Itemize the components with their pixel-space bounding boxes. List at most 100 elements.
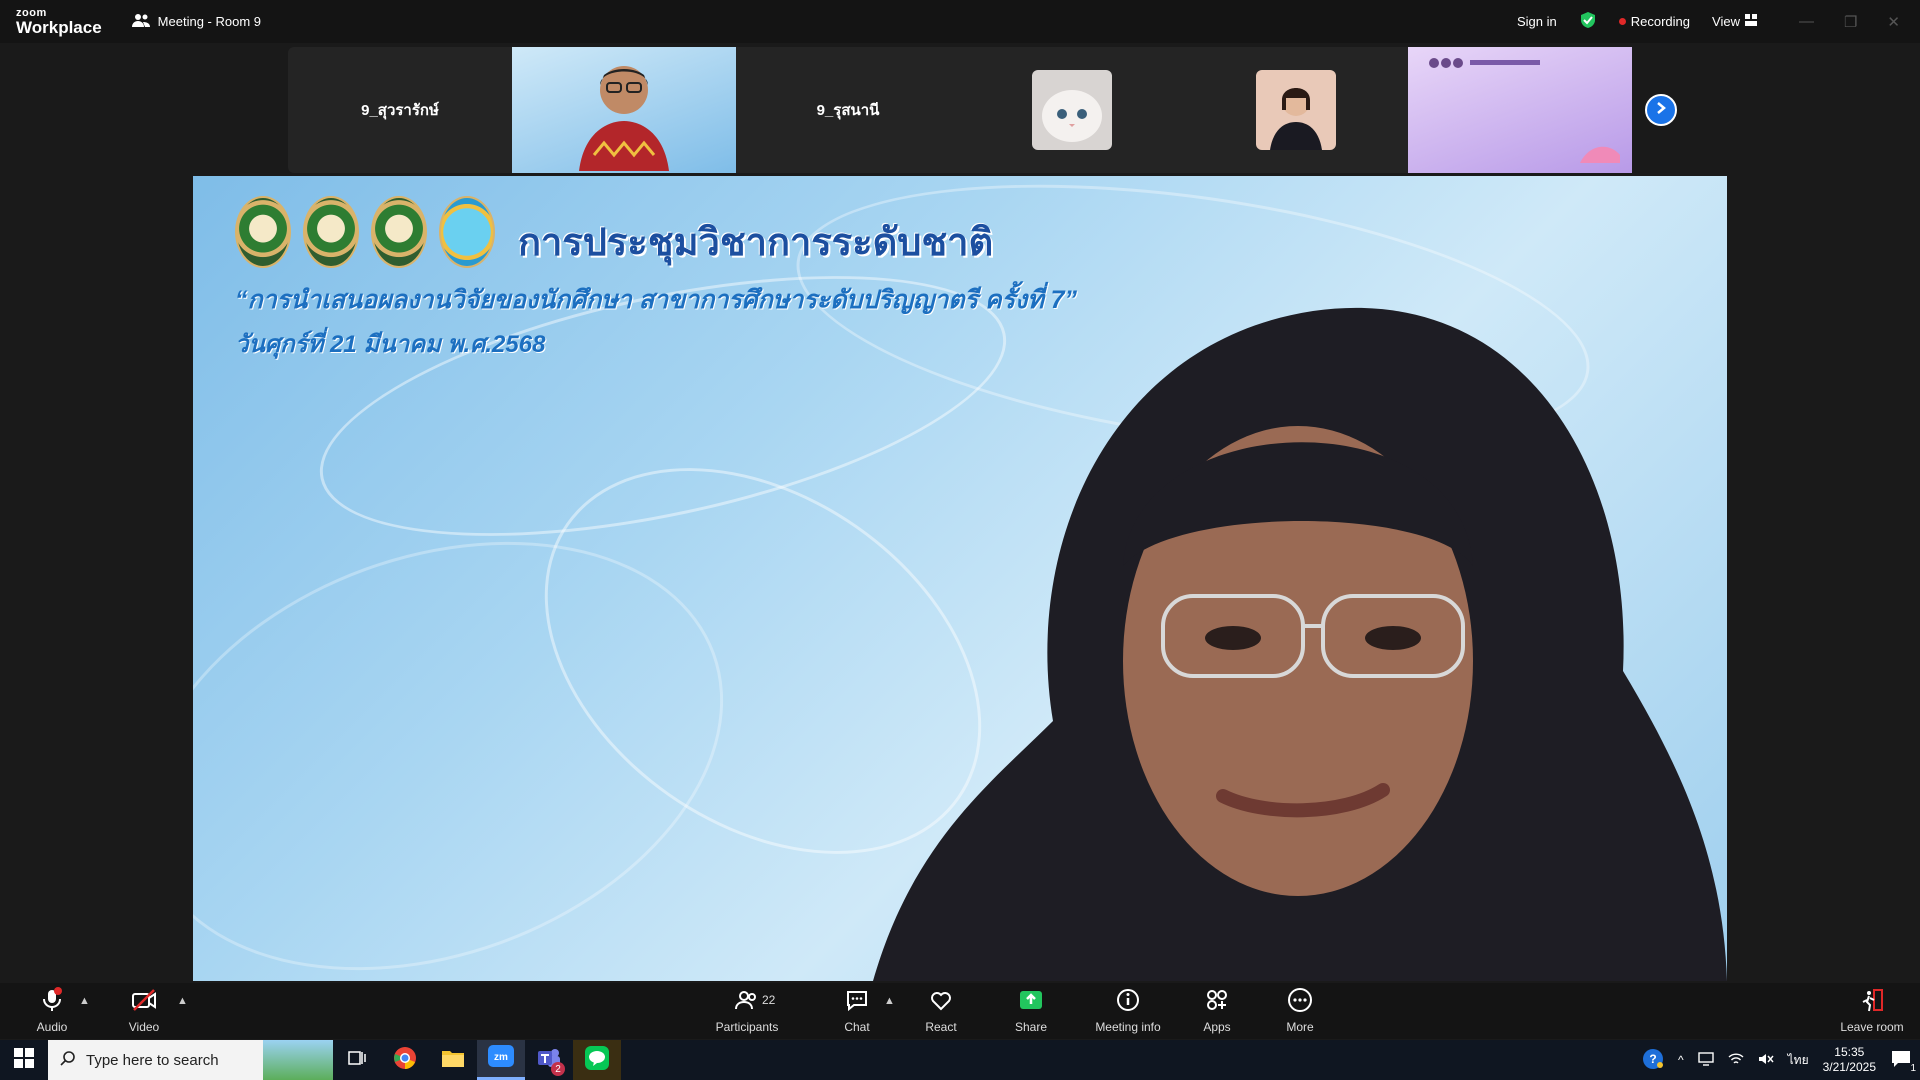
security-shield-icon[interactable] [1579,11,1597,32]
leave-door-icon [1859,987,1885,1016]
zoom-app-icon: zm [488,1045,514,1072]
meeting-info-label: Meeting info [1095,1020,1161,1034]
video-off-icon [131,987,157,1016]
meeting-title[interactable]: Meeting - Room 9 [131,12,261,31]
participants-label: Participants [715,1020,779,1034]
maximize-icon[interactable]: ❐ [1844,13,1857,31]
grid-icon [1744,14,1757,29]
gallery-next-button[interactable] [1645,94,1677,126]
wifi-icon[interactable] [1728,1052,1744,1069]
search-placeholder: Type here to search [86,1051,219,1069]
taskbar-zoom[interactable]: zm [477,1040,525,1080]
gallery-tile[interactable] [512,47,736,173]
brand-bottom: Workplace [16,17,102,37]
taskbar-line[interactable] [573,1040,621,1080]
notifications-button[interactable]: 1 [1890,1049,1916,1074]
meeting-info-button[interactable]: Meeting info [1088,987,1168,1034]
brand-top: zoom [16,6,47,19]
participants-count: 22 [762,993,776,1007]
minimize-icon[interactable]: — [1799,13,1814,31]
person-avatar-icon [1256,70,1336,150]
clock-date: 3/21/2025 [1822,1060,1876,1074]
leave-room-button[interactable]: Leave room [1832,987,1912,1034]
svg-text:?: ? [1649,1052,1656,1066]
chat-bubble-icon [844,987,870,1016]
apps-button[interactable]: Apps [1177,987,1257,1034]
taskbar-search-box[interactable]: Type here to search [48,1040,333,1080]
taskbar-teams[interactable]: 2 [525,1040,573,1080]
banner-date: วันศุกร์ที่ 21 มีนาคม พ.ศ.2568 [235,331,546,358]
meeting-title-text: Meeting - Room 9 [157,14,261,29]
more-label: More [1286,1020,1314,1034]
microphone-icon [39,987,65,1016]
close-icon[interactable]: ✕ [1887,13,1900,31]
video-label: Video [128,1020,160,1034]
search-icon [60,1050,76,1070]
taskbar-clock[interactable]: 15:35 3/21/2025 [1823,1045,1876,1075]
gallery-tile[interactable]: 9_สุวรารักษ์ [288,47,512,173]
participants-icon [131,12,150,31]
search-highlight-image [263,1040,333,1080]
recording-label: Recording [1630,14,1691,29]
sign-in-button[interactable]: Sign in [1517,14,1557,29]
heart-icon [928,987,954,1016]
clock-time: 15:35 [1834,1045,1865,1059]
share-arrow-icon [1018,987,1044,1016]
university-logo-icon [235,196,291,268]
windows-logo-icon [14,1047,34,1073]
share-label: Share [1014,1020,1048,1034]
display-icon[interactable] [1697,1051,1714,1069]
video-button[interactable]: Video [104,987,184,1034]
recording-indicator[interactable]: Recording [1618,14,1691,29]
slide-video-icon [1420,53,1620,168]
folder-icon [441,1048,465,1073]
gallery-tile[interactable] [1184,47,1408,173]
taskbar-file-explorer[interactable] [429,1040,477,1080]
university-logo-icon [371,196,427,268]
share-button[interactable]: Share [991,987,1071,1034]
main-speaker-video[interactable]: การประชุมวิชาการระดับชาติ “การนำเสนอผลงา… [193,176,1727,981]
react-label: React [925,1020,957,1034]
meeting-control-bar: Audio ▲ Video ▲ Participants 22 Chat ▲ R… [0,983,1920,1039]
more-dots-icon [1287,987,1313,1016]
gallery-strip: 9_สุวรารักษ์ 9_รุสนานี [288,47,1632,173]
apps-grid-icon [1204,987,1230,1016]
person-video-icon [559,45,689,176]
notification-icon [1890,1050,1912,1072]
gallery-tile[interactable] [1408,47,1632,173]
audio-options-caret-icon[interactable]: ▲ [79,995,90,1007]
info-icon [1115,987,1141,1016]
university-logo-icon [303,196,359,268]
task-view-icon [348,1050,366,1071]
taskbar-chrome[interactable] [381,1040,429,1080]
zoom-logo: zoom Workplace [16,6,102,37]
volume-muted-icon[interactable] [1758,1052,1774,1069]
gallery-tile[interactable]: 9_รุสนานี [736,47,960,173]
chevron-right-icon [1654,101,1668,120]
institution-logos [235,196,495,268]
view-button[interactable]: View [1712,14,1757,29]
more-button[interactable]: More [1260,987,1340,1034]
chrome-icon [393,1046,417,1075]
windows-start-button[interactable] [0,1040,48,1080]
system-tray: ? ^ ไทย 15:35 3/21/2025 1 [1642,1045,1920,1075]
react-button[interactable]: React [901,987,981,1034]
recording-dot-icon [1618,18,1626,25]
help-icon[interactable]: ? [1642,1048,1664,1073]
participant-name: 9_รุสนานี [816,102,880,119]
task-view-button[interactable] [333,1040,381,1080]
chat-label: Chat [844,1020,870,1034]
gallery-tile[interactable] [960,47,1184,173]
show-hidden-icons-chevron-icon[interactable]: ^ [1678,1053,1684,1067]
svg-text:zm: zm [494,1052,508,1063]
participant-name: 9_สุวรารักษ์ [361,102,439,119]
line-app-icon [585,1045,609,1075]
banner-title: การประชุมวิชาการระดับชาติ [518,222,994,264]
video-options-caret-icon[interactable]: ▲ [177,995,188,1007]
apps-label: Apps [1203,1020,1231,1034]
chat-options-caret-icon[interactable]: ▲ [884,995,895,1007]
cat-avatar-icon [1032,70,1112,150]
audio-label: Audio [36,1020,68,1034]
windows-taskbar: Type here to search zm 2 ? ^ ไทย 15:35 3… [0,1040,1920,1080]
input-language[interactable]: ไทย [1788,1051,1809,1070]
